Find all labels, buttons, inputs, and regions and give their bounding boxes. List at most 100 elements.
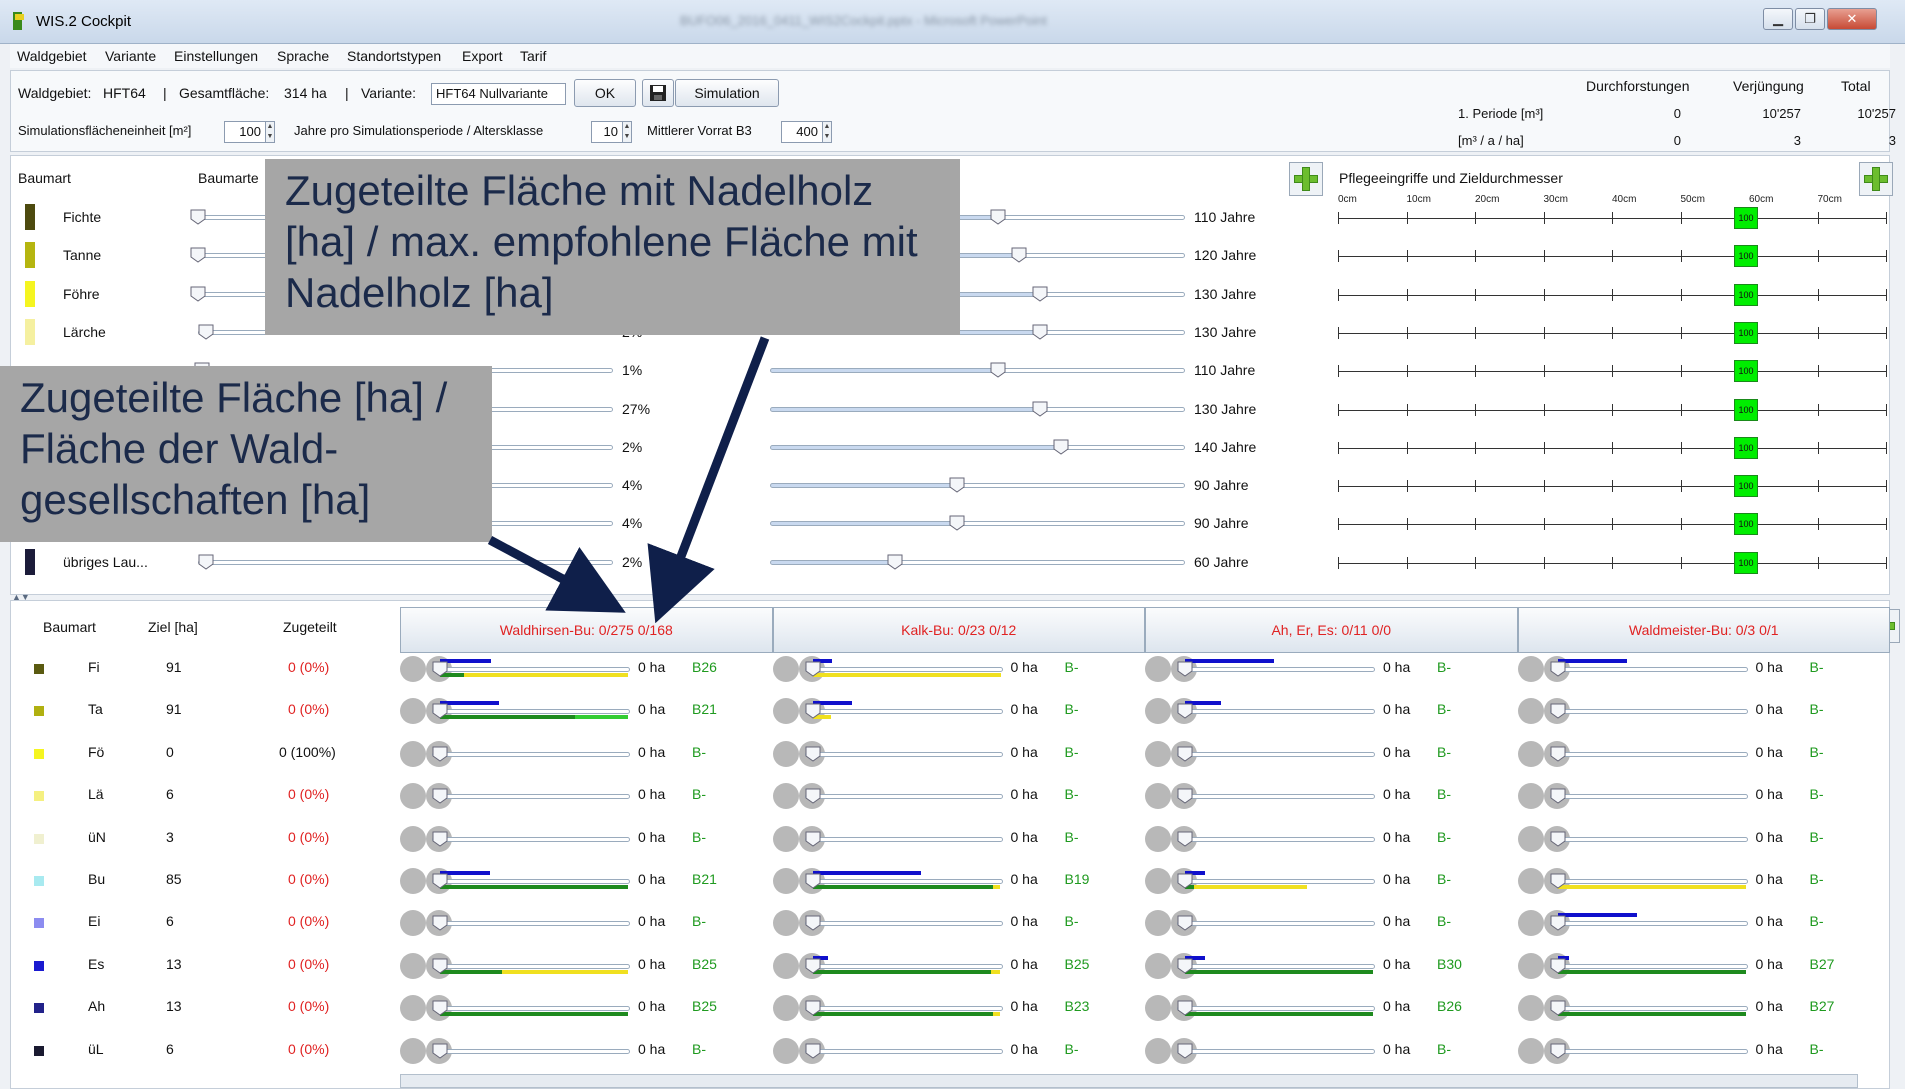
allocation-slider[interactable] [1177,879,1375,884]
allocation-slider[interactable] [432,667,630,672]
allocation-slider[interactable] [804,837,1003,842]
allocation-slider[interactable] [804,794,1003,799]
slider-thumb[interactable] [432,788,448,804]
decrease-knob[interactable] [1145,910,1171,936]
slider-thumb[interactable] [805,661,821,677]
slider-thumb[interactable] [432,873,448,889]
slider-thumb[interactable] [1177,915,1193,931]
slider-thumb[interactable] [1550,915,1566,931]
allocation-slider[interactable] [1177,964,1375,969]
allocation-slider[interactable] [1177,837,1375,842]
allocation-slider[interactable] [1177,1006,1375,1011]
allocation-slider[interactable] [1177,752,1375,757]
decrease-knob[interactable] [400,741,426,767]
waldgesellschaft-column-header[interactable]: Waldmeister-Bu: 0/3 0/1 [1517,607,1890,653]
slider-thumb[interactable] [1177,746,1193,762]
decrease-knob[interactable] [1517,1038,1544,1064]
allocation-slider[interactable] [804,667,1003,672]
umtriebszeit-slider[interactable] [770,560,1185,565]
decrease-knob[interactable] [772,953,799,979]
slider-thumb[interactable] [432,958,448,974]
decrease-knob[interactable] [772,995,799,1021]
maximize-icon[interactable]: ❐ [1795,8,1825,30]
allocation-slider[interactable] [804,1049,1003,1054]
slider-thumb[interactable] [1550,873,1566,889]
waldgesellschaft-column-header[interactable]: Kalk-Bu: 0/23 0/12 [772,607,1145,653]
slider-thumb[interactable] [1177,873,1193,889]
allocation-slider[interactable] [1177,921,1375,926]
slider-thumb[interactable] [805,831,821,847]
menu-sprache[interactable]: Sprache [277,48,329,64]
slider-thumb[interactable] [805,873,821,889]
slider-thumb[interactable] [1550,788,1566,804]
decrease-knob[interactable] [400,826,426,852]
allocation-slider[interactable] [432,921,630,926]
decrease-knob[interactable] [1517,868,1544,894]
allocation-slider[interactable] [432,1049,630,1054]
decrease-knob[interactable] [772,868,799,894]
allocation-slider[interactable] [1549,964,1748,969]
slider-thumb[interactable] [805,1043,821,1059]
allocation-slider[interactable] [1549,1006,1748,1011]
slider-thumb[interactable] [1177,661,1193,677]
slider-thumb[interactable] [1177,1000,1193,1016]
decrease-knob[interactable] [772,1038,799,1064]
menu-variante[interactable]: Variante [105,48,156,64]
umtriebszeit-slider[interactable] [770,445,1185,450]
decrease-knob[interactable] [400,783,426,809]
decrease-knob[interactable] [1145,868,1171,894]
slider-thumb[interactable] [990,209,1006,225]
allocation-slider[interactable] [1177,1049,1375,1054]
allocation-slider[interactable] [804,752,1003,757]
slider-thumb[interactable] [805,1000,821,1016]
zieldurchmesser-marker[interactable]: 100 [1734,360,1758,382]
zieldurchmesser-marker[interactable]: 100 [1734,475,1758,497]
horizontal-scrollbar[interactable] [400,1074,1858,1088]
allocation-slider[interactable] [432,964,630,969]
allocation-slider[interactable] [1549,667,1748,672]
allocation-slider[interactable] [1549,794,1748,799]
slider-thumb[interactable] [1032,324,1048,340]
allocation-slider[interactable] [432,837,630,842]
allocation-slider[interactable] [1549,1049,1748,1054]
allocation-slider[interactable] [1549,921,1748,926]
slider-thumb[interactable] [432,915,448,931]
decrease-knob[interactable] [1517,995,1544,1021]
slider-thumb[interactable] [805,958,821,974]
allocation-slider[interactable] [804,1006,1003,1011]
jahre-input[interactable]: 10 [591,121,623,143]
slider-thumb[interactable] [198,554,214,570]
slider-thumb[interactable] [949,477,965,493]
decrease-knob[interactable] [1517,741,1544,767]
zieldurchmesser-marker[interactable]: 100 [1734,245,1758,267]
allocation-slider[interactable] [804,964,1003,969]
allocation-slider[interactable] [432,709,630,714]
decrease-knob[interactable] [1145,741,1171,767]
slider-thumb[interactable] [432,1000,448,1016]
slider-thumb[interactable] [1550,958,1566,974]
allocation-slider[interactable] [1549,879,1748,884]
vorrat-spinner[interactable]: ▲ ▼ [822,121,832,143]
decrease-knob[interactable] [1145,995,1171,1021]
decrease-knob[interactable] [1145,656,1171,682]
slider-thumb[interactable] [432,746,448,762]
allocation-slider[interactable] [1177,667,1375,672]
menu-einstellungen[interactable]: Einstellungen [174,48,258,64]
slider-thumb[interactable] [805,915,821,931]
slider-thumb[interactable] [1550,1000,1566,1016]
slider-thumb[interactable] [1177,703,1193,719]
slider-thumb[interactable] [1550,831,1566,847]
allocation-slider[interactable] [432,794,630,799]
add-icon[interactable] [1859,162,1893,196]
allocation-slider[interactable] [1177,709,1375,714]
decrease-knob[interactable] [1517,656,1544,682]
allocation-slider[interactable] [1177,794,1375,799]
slider-thumb[interactable] [1177,788,1193,804]
decrease-knob[interactable] [1145,1038,1171,1064]
ok-button[interactable]: OK [574,79,636,107]
slider-thumb[interactable] [190,209,206,225]
slider-thumb[interactable] [432,661,448,677]
umtriebszeit-slider[interactable] [770,368,1185,373]
decrease-knob[interactable] [1517,783,1544,809]
decrease-knob[interactable] [400,868,426,894]
